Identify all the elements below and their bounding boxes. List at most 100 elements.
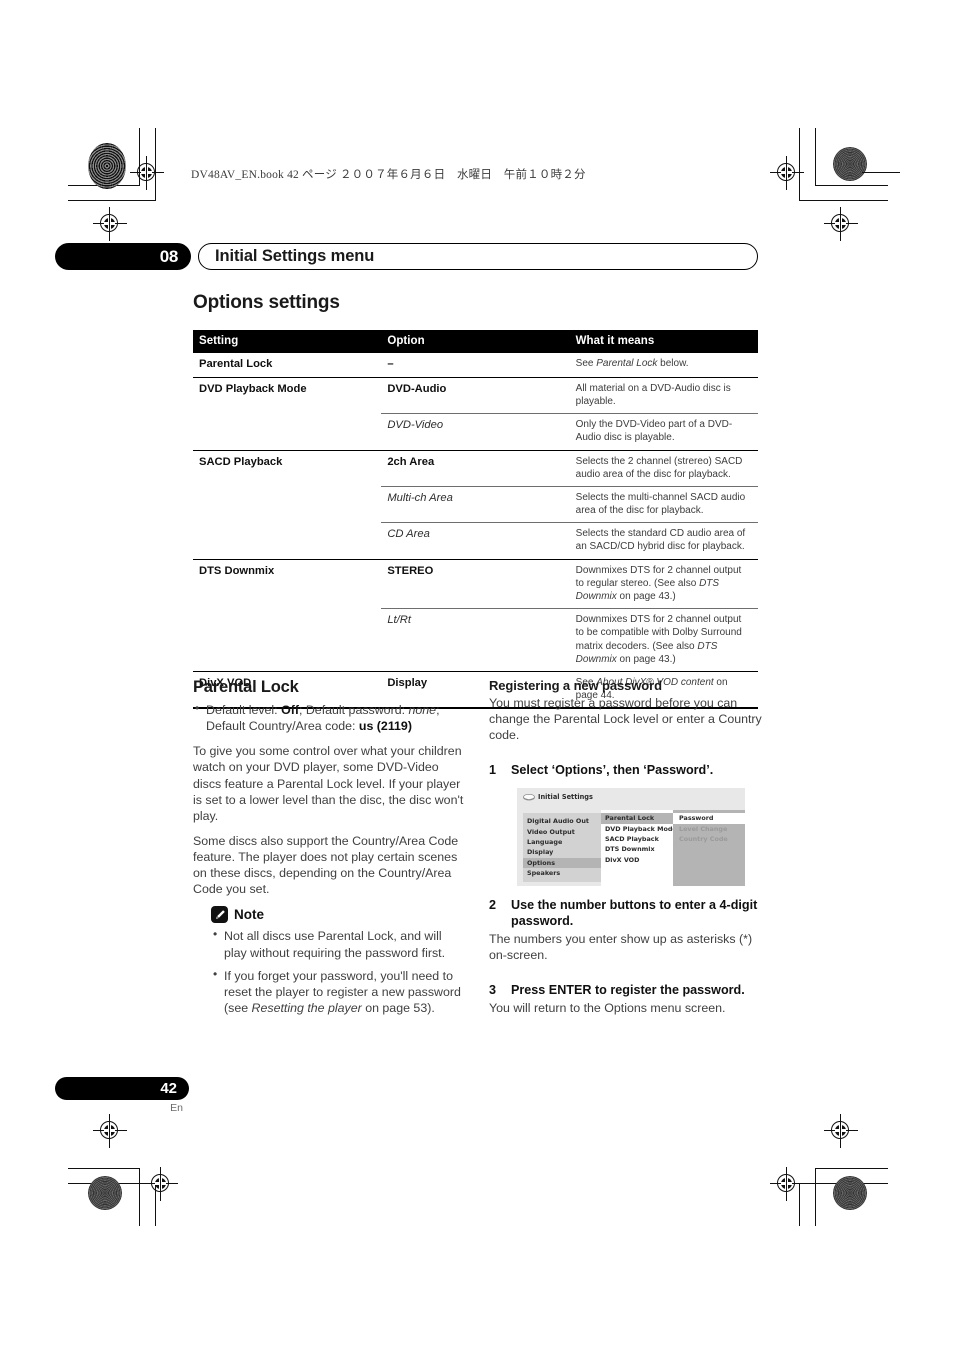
osd-category-item[interactable]: Options <box>523 857 601 869</box>
pencil-icon <box>211 906 228 924</box>
default-password-value: none <box>408 703 437 717</box>
registering-heading: Registering a new password <box>489 678 662 693</box>
step-1-number: 1 <box>489 763 497 778</box>
trim-line-right <box>862 172 900 174</box>
parental-lock-defaults-list: Default level: Off; Default password: no… <box>193 701 467 734</box>
book-header-line: DV48AV_EN.book 42 ページ ２００７年６月６日 水曜日 午前１０… <box>191 169 586 181</box>
osd-title-text: Initial Settings <box>538 793 593 802</box>
table-row: DVD Playback Mode DVD-Audio All material o… <box>193 376 758 414</box>
step-1: 1 Select ‘Options’, then ‘Password’. <box>489 763 763 779</box>
osd-title-bar: Initial Settings <box>523 793 593 801</box>
table-header-option: Option <box>381 330 570 353</box>
table-cell-option: DVD-Video <box>381 413 570 451</box>
table-header-meaning: What it means <box>569 330 758 353</box>
registration-mark-top-right-lower <box>824 207 858 241</box>
note-item2-reference: Resetting the player <box>251 1000 362 1015</box>
table-cell-option: Lt/Rt <box>381 608 570 672</box>
step-3-body: You will return to the Options menu scre… <box>489 1001 726 1016</box>
table-cell-setting: DTS Downmix <box>193 558 382 609</box>
registration-mark-bottom-right <box>824 1114 858 1148</box>
table-cell-meaning: All material on a DVD-Audio disc is play… <box>569 376 758 414</box>
note-list: Not all discs use Parental Lock, and wil… <box>211 927 467 1016</box>
osd-category-item[interactable]: Video Output <box>527 827 601 837</box>
registration-mark-bottom-left <box>93 1114 127 1148</box>
table-cell-option: STEREO <box>381 558 570 609</box>
chapter-bar: 08 Initial Settings menu <box>55 243 758 270</box>
registration-mark-top-left-lower <box>93 207 127 241</box>
default-level-value: Off <box>281 703 299 717</box>
right-column: Registering a new password You must regi… <box>489 678 763 1025</box>
table-header-row: Setting Option What it means <box>193 330 758 353</box>
table-cell-meaning: Downmixes DTS for 2 channel output to be… <box>569 608 758 672</box>
step-1-text: Select ‘Options’, then ‘Password’. <box>511 763 714 778</box>
table-row: Parental Lock – See Parental Lock below. <box>193 352 758 378</box>
osd-column-suboptions-list: Password Level Change Country Code <box>673 813 745 844</box>
step-3-text: Press ENTER to register the password. <box>511 983 745 998</box>
table-cell-meaning: Only the DVD-Video part of a DVD-Audio d… <box>569 413 758 451</box>
crop-line-top-right-h <box>816 185 888 187</box>
list-item: Default level: Off; Default password: no… <box>195 701 467 734</box>
default-level-prefix: Default level: <box>206 703 282 717</box>
registration-mark-top-left <box>130 156 164 190</box>
table-row: Lt/Rt Downmixes DTS for 2 channel output … <box>193 608 758 672</box>
two-column-body: Parental Lock Default level: Off; Defaul… <box>193 678 763 1025</box>
osd-category-item[interactable]: Speakers <box>527 868 601 878</box>
table-cell-meaning: Selects the multi-channel SACD audio are… <box>569 485 758 523</box>
table-row: DTS Downmix STEREO Downmixes DTS for 2 cha… <box>193 558 758 609</box>
table-row: DVD-Video Only the DVD-Video part of a DV… <box>193 413 758 451</box>
parental-lock-paragraph-2: Some discs also support the Country/Area… <box>193 833 459 897</box>
table-header-setting: Setting <box>193 330 382 353</box>
table-cell-option: CD Area <box>381 522 570 560</box>
osd-category-item[interactable]: Display <box>527 847 601 857</box>
cross-reference: DTS Downmix <box>575 640 718 665</box>
note-header: Note <box>211 906 467 924</box>
osd-category-item[interactable]: Digital Audio Out <box>527 816 601 826</box>
left-column: Parental Lock Default level: Off; Defaul… <box>193 678 467 1025</box>
registration-mark-bottom-right-lower <box>770 1167 804 1201</box>
language-code-label: En <box>170 1102 183 1114</box>
default-country-value: us (2119) <box>358 719 412 734</box>
registering-intro: You must register a password before you … <box>489 696 762 743</box>
crop-line-bottom-left-h <box>68 1168 140 1170</box>
table-cell-meaning: Selects the standard CD audio area of an… <box>569 522 758 560</box>
parental-lock-heading: Parental Lock <box>193 678 299 696</box>
table-cell-setting <box>193 609 381 672</box>
step-2-body: The numbers you enter show up as asteris… <box>489 931 753 963</box>
table-cell-setting <box>193 523 381 559</box>
cross-reference: Parental Lock <box>596 358 658 369</box>
chapter-number-badge: 08 <box>55 243 191 270</box>
table-row: CD Area Selects the standard CD audio are… <box>193 522 758 560</box>
step-2-number: 2 <box>489 898 497 913</box>
step-3-number: 3 <box>489 983 497 998</box>
note-item2-suffix: on page 53). <box>361 1000 435 1015</box>
parental-lock-paragraph-1: To give you some control over what your … <box>193 744 464 823</box>
step-2-text: Use the number buttons to enter a 4-digi… <box>511 898 758 929</box>
note-label: Note <box>234 907 264 923</box>
table-cell-setting: DVD Playback Mode <box>193 376 382 414</box>
step-3: 3 Press ENTER to register the password. <box>489 983 763 999</box>
table-cell-meaning: Downmixes DTS for 2 channel output to re… <box>569 558 758 609</box>
crop-line-bottom-right-v <box>815 1168 817 1226</box>
options-settings-table: Setting Option What it means Parental Lo… <box>193 330 758 710</box>
osd-category-item[interactable]: Language <box>527 837 601 847</box>
osd-suboption-item[interactable]: Level Change <box>679 824 745 834</box>
main-content: Options settings Setting Option What it … <box>193 292 758 710</box>
table-cell-option: 2ch Area <box>381 449 570 487</box>
table-cell-setting: SACD Playback <box>193 449 382 487</box>
osd-column-categories: Digital Audio Out Video Output Language Dis… <box>523 813 601 882</box>
options-table-body: Parental Lock – See Parental Lock below. DV… <box>193 352 758 710</box>
osd-suboption-item[interactable]: Password <box>673 813 745 824</box>
table-cell-meaning: See Parental Lock below. <box>569 352 758 378</box>
osd-suboption-item[interactable]: Country Code <box>679 834 745 844</box>
table-cell-setting <box>193 486 381 522</box>
osd-screenshot-initial-settings: Initial Settings Digital Audio Out Video … <box>517 788 745 887</box>
density-patch-top-left <box>88 143 126 189</box>
table-cell-option: – <box>381 352 570 378</box>
crop-line-top-right-v <box>815 128 817 186</box>
density-patch-bottom-right <box>833 1176 867 1210</box>
default-password-prefix: ; Default password: <box>298 703 409 717</box>
chapter-title-pill: Initial Settings menu <box>198 243 758 270</box>
chapter-title-text: Initial Settings menu <box>215 247 375 265</box>
table-cell-setting <box>193 414 381 450</box>
